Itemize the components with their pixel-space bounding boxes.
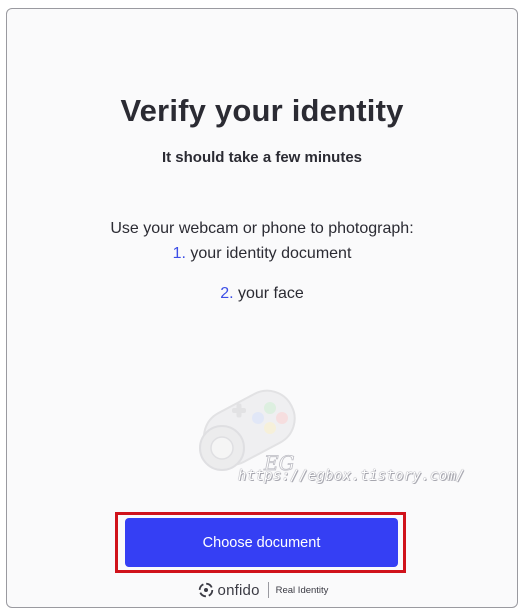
step-number: 2. xyxy=(220,285,234,302)
footer-divider xyxy=(267,582,269,598)
watermark-url: https://egbox.tistory.com/ xyxy=(238,468,465,484)
step-item-document: 1. your identity document xyxy=(7,245,517,263)
step-text: your identity document xyxy=(190,245,352,262)
onfido-logo-icon xyxy=(198,582,213,598)
brand-tagline: Real Identity xyxy=(275,584,329,596)
step-number: 1. xyxy=(172,245,186,262)
step-item-face: 2. your face xyxy=(7,285,517,303)
choose-document-button[interactable]: Choose document xyxy=(125,518,398,567)
page-title: Verify your identity xyxy=(120,93,404,128)
brand-name: onfido xyxy=(217,581,260,599)
step-text: your face xyxy=(237,285,304,302)
footer: onfido Real Identity xyxy=(0,578,526,602)
instructions-intro: Use your webcam or phone to photograph: xyxy=(110,220,414,237)
onfido-logo[interactable]: onfido xyxy=(198,582,260,599)
page-subtitle: It should take a few minutes xyxy=(161,149,363,166)
